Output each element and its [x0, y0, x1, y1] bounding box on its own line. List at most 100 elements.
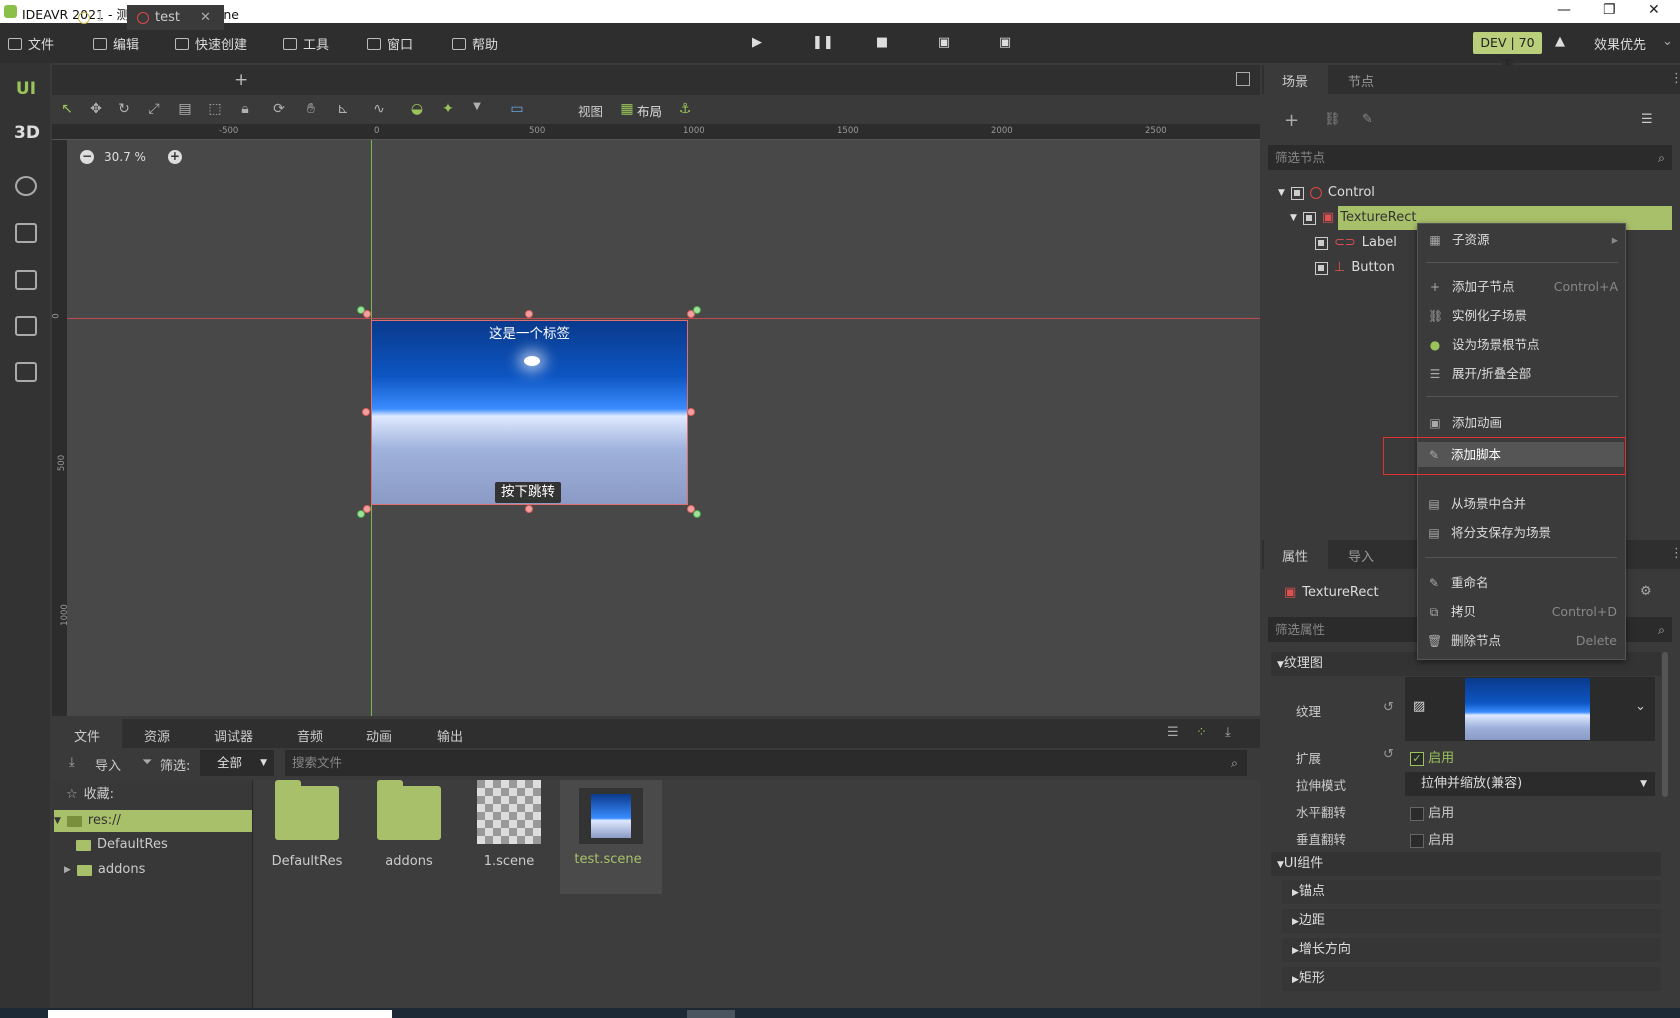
- document-icon[interactable]: [15, 362, 37, 382]
- select-tool-icon[interactable]: ↖: [58, 101, 76, 117]
- menu-set-root[interactable]: ● 设为场景根节点: [1428, 333, 1618, 357]
- 3d-mode-button[interactable]: 3D: [14, 123, 40, 147]
- node-label[interactable]: ⊂⊃ Label: [1315, 231, 1397, 255]
- tab-output[interactable]: 输出: [437, 726, 463, 745]
- align-tool-icon[interactable]: ▤: [176, 101, 194, 117]
- reset-icon[interactable]: ↺: [1383, 700, 1394, 715]
- magnet-icon[interactable]: ◒: [408, 101, 426, 117]
- taskbar-item[interactable]: [48, 1010, 392, 1018]
- sub-margin[interactable]: ▶边距: [1282, 909, 1661, 933]
- graduation-icon[interactable]: ▲: [1552, 34, 1568, 50]
- tab-scene-1[interactable]: 1: [68, 5, 114, 30]
- snap-icon[interactable]: ✦: [439, 101, 457, 117]
- grid-view-icon[interactable]: ⁘: [1196, 725, 1207, 740]
- tab-audio[interactable]: 音频: [297, 726, 323, 745]
- close-button[interactable]: ✕: [1648, 2, 1660, 18]
- chevron-down-icon[interactable]: ⌄: [1635, 699, 1646, 714]
- menu-copy[interactable]: ⧉ 拷贝 Control+D: [1427, 600, 1617, 624]
- tune-icon[interactable]: ⚙︎: [1640, 584, 1652, 599]
- menu-help[interactable]: 帮助: [452, 34, 498, 53]
- menu-edit[interactable]: 编辑: [93, 34, 139, 53]
- file-item-defaultres[interactable]: DefaultRes: [259, 780, 355, 869]
- anchor-handle[interactable]: [693, 510, 701, 518]
- menu-merge-scene[interactable]: ▤ 从场景中合并: [1427, 492, 1617, 516]
- menu-add-animation[interactable]: ▣ 添加动画: [1428, 411, 1618, 435]
- script-icon[interactable]: ✎: [1362, 112, 1373, 127]
- tab-properties[interactable]: 属性: [1282, 546, 1308, 565]
- rect-select-icon[interactable]: ⬚: [206, 101, 224, 117]
- tab-resources[interactable]: 资源: [144, 726, 170, 745]
- list-view-icon[interactable]: ☰: [1167, 725, 1179, 740]
- ruler-tool-icon[interactable]: ⊾: [334, 101, 352, 117]
- filter-select[interactable]: 全部 ▼: [200, 750, 274, 776]
- menu-sub-resource[interactable]: ▦ 子资源 ▸: [1428, 228, 1618, 252]
- menu-tools[interactable]: 工具: [283, 34, 329, 53]
- minimize-button[interactable]: —: [1557, 2, 1571, 18]
- menu-add-child[interactable]: + 添加子节点 Control+A: [1428, 275, 1618, 299]
- snap-dropdown-icon[interactable]: ▼: [468, 101, 486, 117]
- anchor-handle[interactable]: [693, 306, 701, 314]
- resize-handle[interactable]: [362, 408, 370, 416]
- menu-icon[interactable]: ☰: [1641, 112, 1653, 127]
- download-icon[interactable]: ⤓: [1225, 725, 1231, 740]
- rotate-tool-icon[interactable]: ↻: [115, 101, 133, 117]
- pause-icon[interactable]: ❚❚: [812, 35, 834, 51]
- section-ui-component[interactable]: ▼UI组件: [1271, 852, 1661, 876]
- grid-icon[interactable]: ▦: [618, 101, 636, 117]
- visibility-icon[interactable]: [1315, 236, 1328, 250]
- clapper-icon[interactable]: ▣: [936, 35, 952, 51]
- stop-icon[interactable]: ■: [874, 35, 890, 51]
- anchor-icon[interactable]: ⚓︎: [676, 101, 694, 117]
- resize-handle[interactable]: [525, 505, 533, 513]
- file-item-1scene[interactable]: 1.scene: [461, 780, 557, 869]
- layout-menu[interactable]: 布局: [637, 101, 662, 120]
- dev-badge[interactable]: DEV | 70 天: [1473, 32, 1542, 72]
- tab-import[interactable]: 导入: [1348, 546, 1374, 565]
- store-icon[interactable]: [15, 223, 37, 243]
- add-node-icon[interactable]: +: [1284, 110, 1299, 131]
- effect-mode[interactable]: 效果优先: [1594, 34, 1646, 53]
- stretch-mode-select[interactable]: 拉伸并缩放(兼容) ▼: [1405, 772, 1655, 796]
- link-icon[interactable]: ⛓︎: [1324, 112, 1341, 127]
- camera-icon[interactable]: ▭: [508, 101, 526, 117]
- label-node[interactable]: 这是一个标签: [371, 322, 688, 342]
- settings-panel-icon[interactable]: [15, 270, 37, 290]
- zoom-out-button[interactable]: −: [80, 150, 94, 164]
- resize-handle[interactable]: [687, 408, 695, 416]
- anchor-handle[interactable]: [357, 510, 365, 518]
- maximize-button[interactable]: ❐: [1603, 2, 1616, 18]
- button-node[interactable]: 按下跳转: [495, 482, 561, 503]
- move-tool-icon[interactable]: ✥: [87, 101, 105, 117]
- tab-node[interactable]: 节点: [1348, 71, 1374, 90]
- tab-files[interactable]: 文件: [74, 726, 100, 745]
- visibility-icon[interactable]: [1290, 186, 1304, 200]
- sub-anchor[interactable]: ▶锚点: [1282, 880, 1661, 904]
- menu-instance-scene[interactable]: ⛓︎ 实例化子场景: [1428, 304, 1618, 328]
- menu-window[interactable]: 窗口: [367, 34, 413, 53]
- tab-scene-test[interactable]: test ✕: [127, 5, 224, 30]
- resize-handle[interactable]: [525, 310, 533, 318]
- reset-icon[interactable]: ↺: [1383, 747, 1394, 762]
- curve-tool-icon[interactable]: ∿: [370, 101, 388, 117]
- taskbar-item[interactable]: [687, 1010, 735, 1018]
- hand-tool-icon[interactable]: ✋︎: [302, 101, 320, 117]
- path-icon[interactable]: [15, 176, 37, 196]
- favorites-item[interactable]: ☆ 收藏:: [66, 784, 114, 806]
- tab-animation[interactable]: 动画: [366, 726, 392, 745]
- chevron-down-icon[interactable]: ⌄: [1662, 34, 1673, 49]
- more-icon[interactable]: ⋮: [1670, 546, 1680, 561]
- file-item-testscene[interactable]: test.scene: [560, 780, 662, 894]
- flip-v-checkbox[interactable]: 启用: [1410, 829, 1454, 848]
- menu-quick-create[interactable]: 快速创建: [175, 34, 247, 53]
- node-button[interactable]: ⊥ Button: [1315, 256, 1395, 280]
- play-icon[interactable]: ▶: [749, 35, 765, 51]
- node-filter-input[interactable]: 筛选节点 ⌕: [1268, 145, 1672, 170]
- menu-rename[interactable]: ✎ 重命名: [1427, 571, 1617, 595]
- view-menu[interactable]: 视图: [578, 101, 603, 120]
- import-button[interactable]: 导入: [95, 755, 121, 774]
- zoom-in-button[interactable]: +: [167, 150, 182, 164]
- tab-debugger[interactable]: 调试器: [214, 726, 253, 745]
- file-search-input[interactable]: 搜索文件 ⌕: [285, 750, 1247, 776]
- tab-scene[interactable]: 场景: [1282, 71, 1308, 90]
- fullscreen-icon[interactable]: [1236, 72, 1250, 86]
